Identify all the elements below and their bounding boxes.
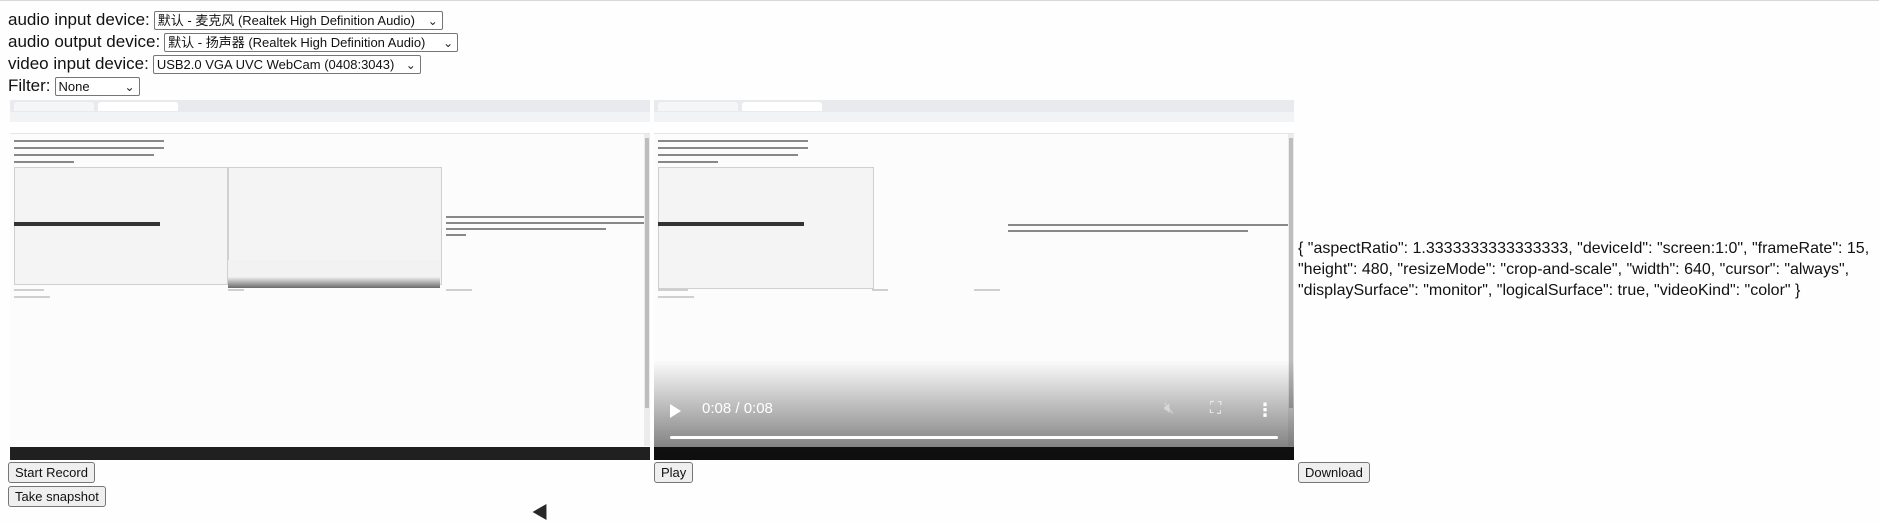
taskbar-thumbnail: [10, 447, 650, 460]
chevron-down-icon: ⌄: [405, 57, 416, 72]
nested-preview-left: [14, 167, 228, 285]
audio-output-label: audio output device:: [8, 32, 161, 51]
audio-input-select[interactable]: 默认 - 麦克风 (Realtek High Definition Audio)…: [153, 10, 443, 30]
chevron-down-icon: ⌄: [443, 35, 454, 50]
tab-strip-thumbnail: [654, 100, 1294, 112]
address-bar-thumbnail: [654, 112, 1294, 122]
filter-row: Filter: None ⌄: [8, 76, 140, 96]
video-progress-bar[interactable]: [670, 436, 1278, 439]
play-button[interactable]: Play: [654, 462, 694, 483]
filter-selected: None: [58, 78, 90, 94]
filter-select[interactable]: None ⌄: [54, 76, 140, 96]
video-input-select[interactable]: USB2.0 VGA UVC WebCam (0408:3043) ⌄: [152, 54, 421, 74]
play-icon[interactable]: [670, 404, 681, 418]
address-bar-thumbnail: [10, 112, 650, 122]
audio-input-row: audio input device: 默认 - 麦克风 (Realtek Hi…: [8, 10, 443, 30]
chevron-down-icon: ⌄: [427, 13, 438, 28]
video-input-label: video input device:: [8, 54, 149, 73]
audio-input-selected: 默认 - 麦克风 (Realtek High Definition Audio): [157, 12, 415, 28]
bookmarks-bar-thumbnail: [654, 122, 1294, 134]
chevron-down-icon: ⌄: [124, 79, 135, 94]
take-snapshot-button[interactable]: Take snapshot: [8, 486, 106, 507]
video-input-selected: USB2.0 VGA UVC WebCam (0408:3043): [156, 56, 395, 72]
mouse-cursor-icon: [532, 503, 554, 524]
audio-output-selected: 默认 - 扬声器 (Realtek High Definition Audio): [168, 34, 426, 50]
download-button[interactable]: Download: [1298, 462, 1370, 483]
top-border: [0, 0, 1879, 1]
video-input-row: video input device: USB2.0 VGA UVC WebCa…: [8, 54, 421, 74]
audio-output-select[interactable]: 默认 - 扬声器 (Realtek High Definition Audio)…: [164, 32, 459, 52]
more-vert-icon[interactable]: ⋮: [1256, 400, 1274, 421]
video-time: 0:08 / 0:08: [702, 400, 773, 417]
tab-strip-thumbnail: [10, 100, 650, 112]
live-preview-video[interactable]: [10, 100, 650, 460]
fullscreen-icon[interactable]: ⛶: [1210, 400, 1221, 418]
bookmarks-bar-thumbnail: [10, 122, 650, 134]
audio-input-label: audio input device:: [8, 10, 150, 29]
video-controls: 0:08 / 0:08 🔇︎ ⛶ ⋮: [654, 360, 1294, 460]
settings-json-text: { "aspectRatio": 1.3333333333333333, "de…: [1298, 240, 1870, 299]
nested-preview-left: [658, 167, 874, 289]
start-record-button[interactable]: Start Record: [8, 462, 95, 483]
scrollbar-thumb-thumbnail: [645, 138, 649, 408]
filter-label: Filter:: [8, 76, 51, 95]
volume-icon[interactable]: 🔇︎: [1164, 400, 1174, 418]
audio-output-row: audio output device: 默认 - 扬声器 (Realtek H…: [8, 32, 459, 52]
